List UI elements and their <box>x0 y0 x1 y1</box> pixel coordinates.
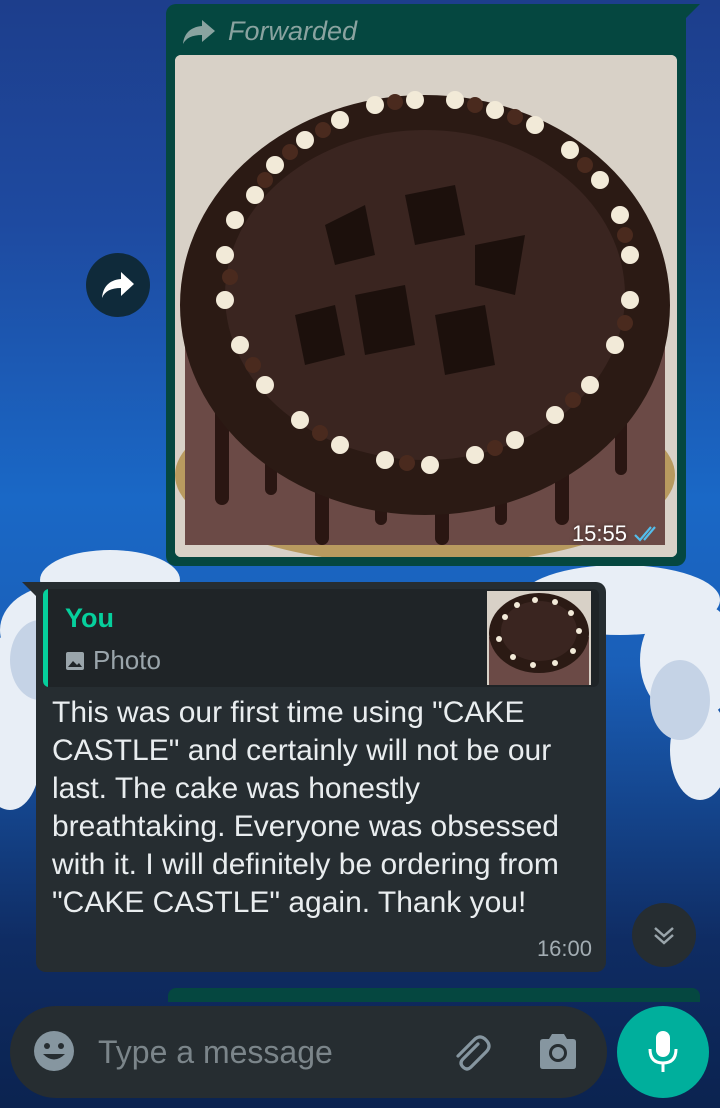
double-chevron-down-icon <box>654 927 674 945</box>
next-message-bubble <box>168 988 700 1002</box>
camera-icon <box>540 1034 576 1069</box>
quote-author: You <box>65 603 114 633</box>
scroll-to-bottom-button[interactable] <box>632 903 696 967</box>
forwarded-text: Forwarded <box>228 16 358 46</box>
quoted-message[interactable]: You Photo <box>43 589 599 687</box>
camera-button[interactable] <box>536 1032 580 1077</box>
double-check-icon <box>634 526 656 542</box>
emoji-button[interactable] <box>32 1029 76 1078</box>
message-composer[interactable]: Type a message <box>10 1006 607 1098</box>
photo-time-text: 15:55 <box>571 521 627 546</box>
quote-thumbnail <box>487 591 591 685</box>
message-time: 16:00 <box>536 936 592 961</box>
photo-time: 15:55 <box>572 521 663 547</box>
emoji-icon <box>34 1031 74 1071</box>
bubble-tail <box>686 4 700 18</box>
forwarded-label: Forwarded <box>182 16 357 47</box>
bubble-tail <box>22 582 36 596</box>
quote-bar <box>43 589 48 687</box>
photo-icon <box>66 651 84 670</box>
quote-type: Photo <box>65 645 161 676</box>
message-input[interactable]: Type a message <box>98 1034 333 1071</box>
paperclip-icon <box>456 1035 491 1071</box>
forwarded-photo-bubble[interactable]: Forwarded 15:55 <box>166 4 700 566</box>
microphone-icon <box>648 1031 678 1072</box>
forwarded-icon <box>183 19 215 44</box>
reply-message-bubble[interactable]: You Photo This was our first time using … <box>22 582 606 972</box>
forward-icon <box>102 272 134 298</box>
attach-button[interactable] <box>448 1030 492 1079</box>
cake-image <box>175 55 677 557</box>
cake-photo[interactable]: 15:55 <box>175 55 677 557</box>
quote-type-text: Photo <box>93 645 161 675</box>
forward-button[interactable] <box>86 253 150 317</box>
voice-message-button[interactable] <box>617 1006 709 1098</box>
message-text: This was our first time using "CAKE CAST… <box>52 696 559 919</box>
